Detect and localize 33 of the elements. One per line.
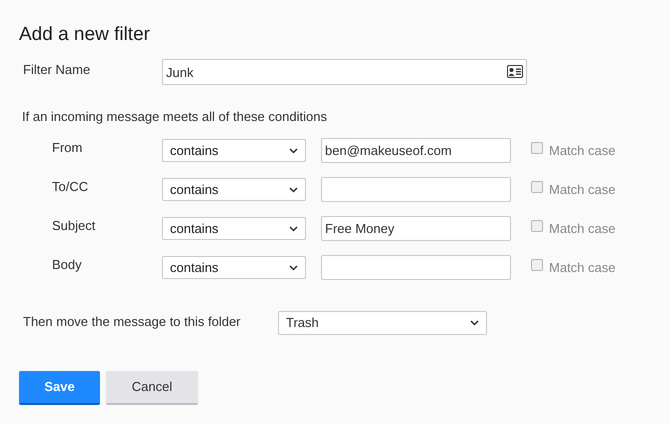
value-input[interactable]: Free Money bbox=[321, 216, 511, 241]
chevron-down-icon bbox=[289, 226, 298, 232]
chevron-down-icon bbox=[289, 148, 298, 154]
checkbox-label: Match case bbox=[549, 180, 616, 199]
condition-label: Subject bbox=[51, 216, 96, 235]
checkbox-label: Match case bbox=[549, 142, 616, 160]
condition-label: From bbox=[51, 138, 84, 157]
cancel-button[interactable]: Cancel bbox=[106, 370, 198, 404]
value-input[interactable] bbox=[321, 255, 511, 280]
field-label: Filter Name bbox=[22, 61, 92, 80]
condition-label: To/CC bbox=[51, 178, 90, 196]
checkbox[interactable] bbox=[531, 220, 543, 232]
operator-select[interactable]: contains bbox=[162, 256, 306, 279]
chevron-down-icon bbox=[289, 264, 298, 270]
value-input[interactable] bbox=[321, 177, 511, 202]
condition-label: Body bbox=[51, 256, 83, 274]
operator-select[interactable]: contains bbox=[162, 217, 306, 240]
checkbox[interactable] bbox=[531, 258, 543, 270]
checkbox-label: Match case bbox=[549, 258, 616, 277]
checkbox-label: Match case bbox=[549, 220, 616, 238]
input-field[interactable]: Junk bbox=[162, 59, 527, 85]
contact-card-icon[interactable] bbox=[507, 65, 523, 78]
value-input[interactable]: ben@makeuseof.com bbox=[321, 138, 511, 163]
chevron-down-icon bbox=[470, 320, 479, 326]
chevron-down-icon bbox=[289, 186, 298, 192]
conditions-description: If an incoming message meets all of these conditions bbox=[21, 108, 328, 126]
operator-select[interactable]: contains bbox=[162, 139, 306, 162]
folder-select[interactable]: Trash bbox=[278, 311, 487, 335]
dialog-title: Add a new filter bbox=[19, 23, 151, 47]
checkbox[interactable] bbox=[531, 142, 543, 154]
field-label: Then move the message to this folder bbox=[22, 313, 242, 332]
checkbox[interactable] bbox=[531, 180, 543, 192]
operator-select[interactable]: contains bbox=[162, 178, 306, 201]
